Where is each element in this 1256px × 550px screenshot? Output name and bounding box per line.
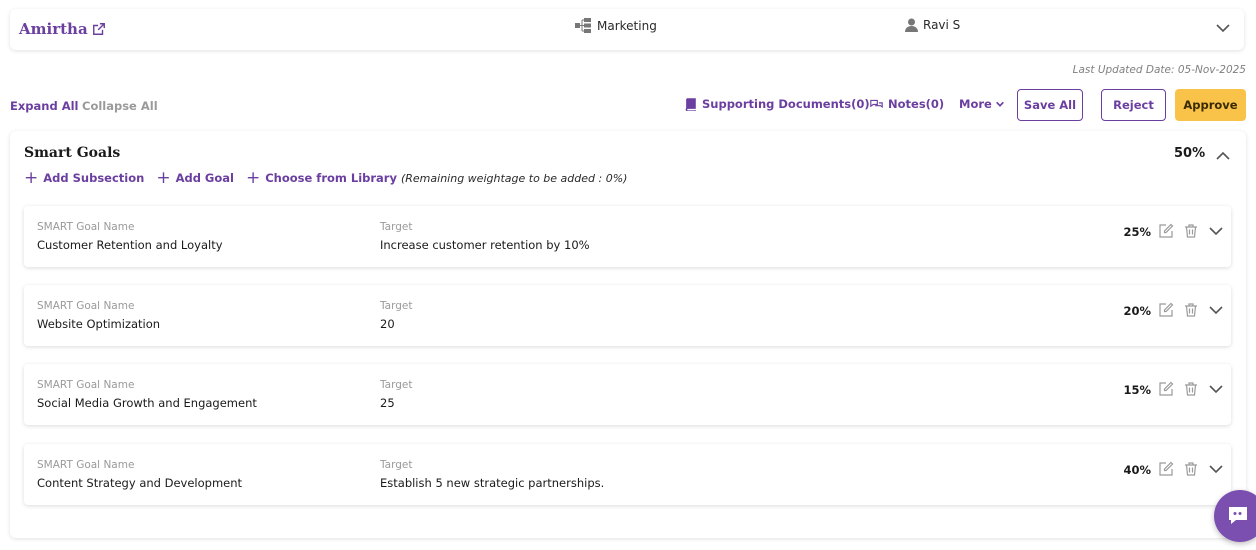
choose-library-label[interactable]: Choose from Library: [265, 171, 397, 185]
choose-from-library-button[interactable]: + Choose from Library: [245, 167, 397, 188]
goal-name: Content Strategy and Development: [37, 476, 243, 490]
trash-icon[interactable]: [1183, 381, 1199, 397]
more-dropdown[interactable]: More: [959, 97, 1005, 111]
chevron-down-icon: [995, 101, 1004, 107]
book-icon: [685, 97, 696, 111]
goal-weight: 15%: [1123, 383, 1151, 397]
goal-weight: 40%: [1123, 463, 1151, 477]
employee-header: Amirtha Marketing Ravi S: [10, 9, 1244, 50]
trash-icon[interactable]: [1183, 461, 1199, 477]
chevron-down-icon[interactable]: [1208, 302, 1224, 318]
org-chart-icon: [575, 18, 591, 33]
manager: Ravi S: [905, 18, 960, 32]
goal-card[interactable]: SMART Goal Name Website Optimization Tar…: [24, 285, 1231, 346]
goal-name: Social Media Growth and Engagement: [37, 396, 257, 410]
add-goal-button[interactable]: + Add Goal: [156, 167, 234, 188]
save-all-button[interactable]: Save All: [1017, 89, 1083, 121]
plus-icon: +: [24, 167, 39, 188]
edit-icon[interactable]: [1158, 223, 1174, 239]
chevron-down-icon[interactable]: [1208, 381, 1224, 397]
last-updated-date: Last Updated Date: 05-Nov-2025: [1072, 64, 1246, 76]
goal-card[interactable]: SMART Goal Name Social Media Growth and …: [24, 364, 1231, 425]
trash-icon[interactable]: [1183, 302, 1199, 318]
supporting-documents-label[interactable]: Supporting Documents(0): [702, 97, 870, 111]
notes-link[interactable]: Notes(0): [870, 97, 944, 111]
goal-target-label: Target: [380, 459, 413, 471]
trash-icon[interactable]: [1183, 223, 1199, 239]
remaining-weightage: (Remaining weightage to be added : 0%): [400, 171, 628, 185]
supporting-documents-link[interactable]: Supporting Documents(0): [684, 97, 870, 111]
chevron-down-icon[interactable]: [1208, 461, 1224, 477]
goal-target: 20: [380, 317, 395, 331]
add-goal-label[interactable]: Add Goal: [176, 171, 234, 185]
goal-weight: 25%: [1123, 225, 1151, 239]
employee-name[interactable]: Amirtha: [19, 20, 88, 38]
goal-name-label: SMART Goal Name: [37, 459, 135, 471]
goal-target: Establish 5 new strategic partnerships.: [380, 476, 605, 490]
expand-all-link[interactable]: Expand All: [10, 99, 78, 113]
department-label: Marketing: [597, 18, 657, 33]
goal-card[interactable]: SMART Goal Name Customer Retention and L…: [24, 206, 1231, 267]
goal-weight: 20%: [1123, 304, 1151, 318]
manager-label: Ravi S: [923, 18, 961, 32]
reject-button[interactable]: Reject: [1101, 89, 1166, 121]
goal-target-label: Target: [380, 379, 413, 391]
chevron-down-icon[interactable]: [1215, 20, 1231, 36]
chevron-up-icon[interactable]: [1215, 148, 1231, 164]
approve-button[interactable]: Approve: [1175, 89, 1246, 121]
edit-icon[interactable]: [1158, 302, 1174, 318]
goal-target-label: Target: [380, 221, 413, 233]
goal-name: Customer Retention and Loyalty: [37, 238, 223, 252]
chat-bubbles-icon: [870, 99, 883, 108]
edit-icon[interactable]: [1158, 461, 1174, 477]
section-title: Smart Goals: [24, 145, 121, 161]
goal-name: Website Optimization: [37, 317, 161, 331]
goal-target: Increase customer retention by 10%: [380, 238, 590, 252]
smart-goals-section: Smart Goals 50% + Add Subsection + Add G…: [10, 131, 1246, 538]
more-label[interactable]: More: [959, 97, 992, 111]
plus-icon: +: [156, 167, 171, 188]
goal-target-label: Target: [380, 300, 413, 312]
department: Marketing: [575, 18, 657, 33]
goal-card[interactable]: SMART Goal Name Content Strategy and Dev…: [24, 444, 1231, 505]
add-subsection-label[interactable]: Add Subsection: [43, 171, 144, 185]
section-weightage: 50%: [1174, 146, 1206, 161]
external-link-icon[interactable]: [92, 22, 106, 36]
goal-name-label: SMART Goal Name: [37, 221, 135, 233]
plus-icon: +: [245, 167, 261, 188]
edit-icon[interactable]: [1158, 381, 1174, 397]
collapse-all-link[interactable]: Collapse All: [82, 99, 158, 113]
chat-support-icon: [1229, 507, 1247, 524]
chevron-down-icon[interactable]: [1208, 223, 1224, 239]
goal-name-label: SMART Goal Name: [37, 300, 135, 312]
employee-name-link[interactable]: Amirtha: [19, 20, 106, 38]
goal-name-label: SMART Goal Name: [37, 379, 135, 391]
add-subsection-button[interactable]: + Add Subsection: [24, 167, 144, 188]
section-actions: + Add Subsection + Add Goal + Choose fro…: [24, 167, 628, 188]
user-icon: [905, 18, 918, 32]
notes-label[interactable]: Notes(0): [888, 97, 944, 111]
goal-target: 25: [380, 396, 395, 410]
